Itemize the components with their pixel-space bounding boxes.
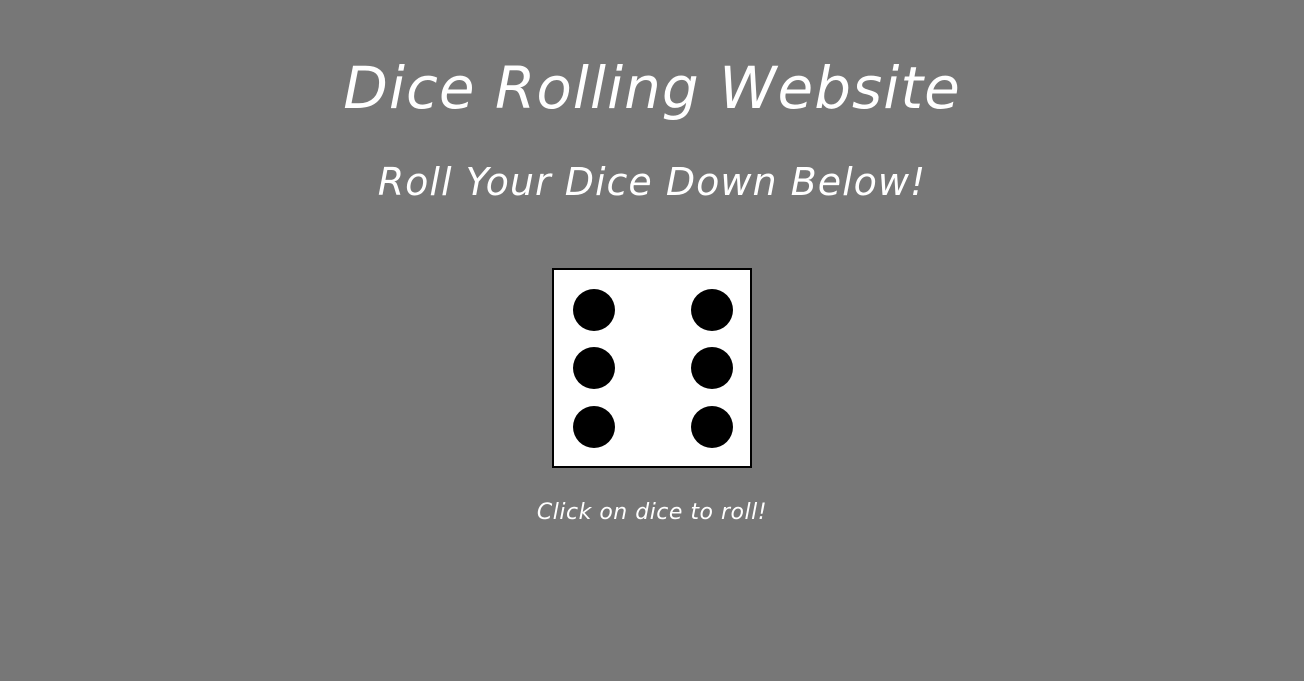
dice-button[interactable] bbox=[552, 268, 752, 468]
dice-pip bbox=[691, 406, 733, 448]
page-title: Dice Rolling Website bbox=[343, 54, 961, 122]
dice-pip bbox=[573, 289, 615, 331]
dice-pip bbox=[573, 347, 615, 389]
roll-hint: Click on dice to roll! bbox=[536, 500, 768, 525]
dice-pip bbox=[573, 406, 615, 448]
dice-pip bbox=[691, 347, 733, 389]
page-subtitle: Roll Your Dice Down Below! bbox=[377, 160, 927, 204]
dice-pip bbox=[691, 289, 733, 331]
